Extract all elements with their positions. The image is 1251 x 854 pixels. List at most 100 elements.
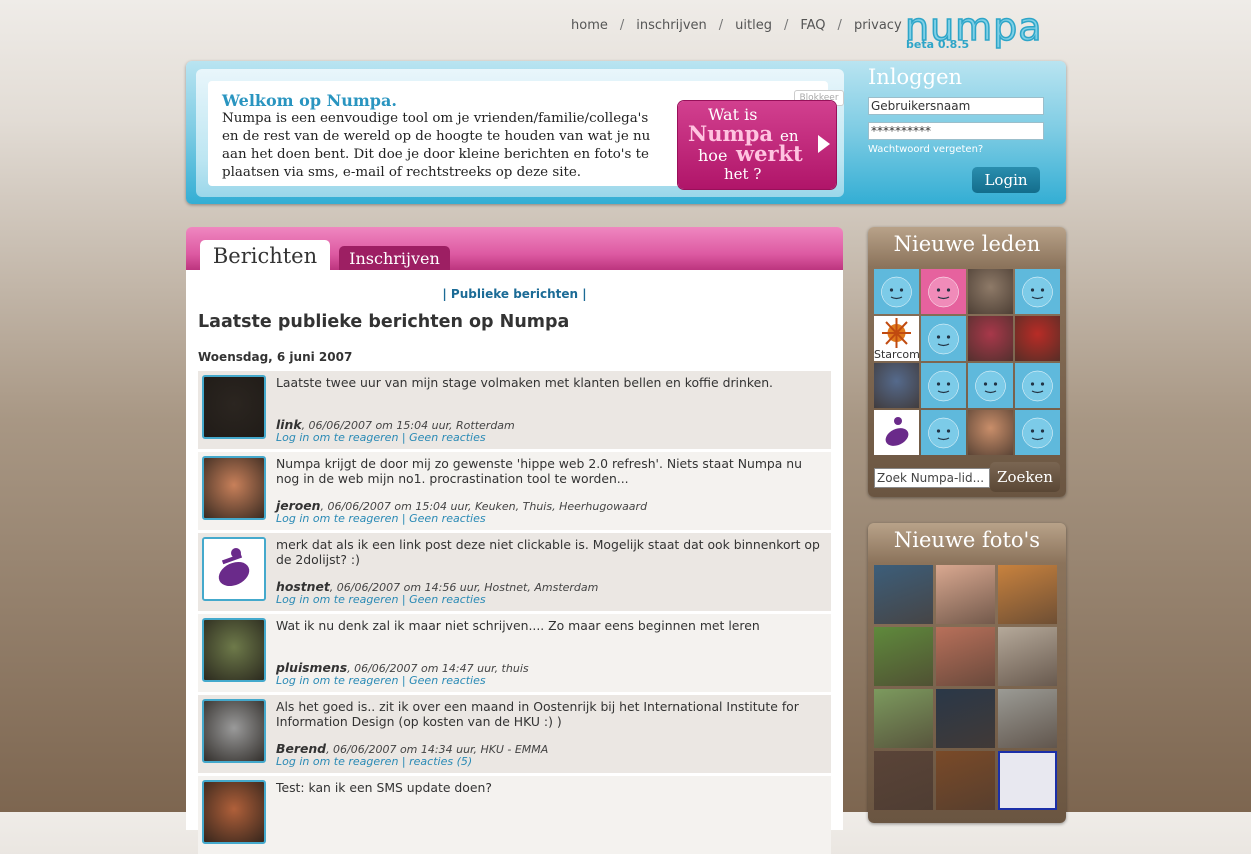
post-author[interactable]: link [276,417,302,432]
nav-separator: / [837,18,842,33]
login-to-react-link[interactable]: Log in om te reageren [276,755,398,768]
nav-uitleg-link[interactable]: uitleg [735,18,772,33]
member-avatar[interactable] [968,316,1013,361]
post-text: Numpa krijgt de door mij zo gewenste 'hi… [276,456,803,486]
post-item: merk dat als ik een link post deze niet … [198,533,831,611]
photo-thumbnail[interactable] [874,751,933,810]
forgot-password-link[interactable]: Wachtwoord vergeten? [868,144,983,155]
photo-thumbnail[interactable] [998,565,1057,624]
nav-inschrijven-link[interactable]: inschrijven [636,18,707,33]
welcome-text: Numpa is een eenvoudige tool om je vrien… [222,111,651,180]
numpa-logo[interactable]: numpa beta 0.8.5 [904,7,1050,54]
member-avatar[interactable] [1015,410,1060,455]
member-avatar[interactable] [874,269,919,314]
main-panel: | Publieke berichten | Laatste publieke … [186,270,843,854]
nav-faq-link[interactable]: FAQ [800,18,825,33]
reactions-link[interactable]: Geen reacties [409,431,485,444]
post-author[interactable]: Berend [276,741,326,756]
photo-thumbnail[interactable] [874,689,933,748]
avatar[interactable] [202,375,266,439]
default-avatar-icon [975,370,1006,402]
new-photos-title: Nieuwe foto's [893,528,1041,552]
avatar[interactable] [202,618,266,682]
avatar[interactable] [202,699,266,763]
photo-thumbnail[interactable] [936,689,995,748]
post-author[interactable]: hostnet [276,579,330,594]
member-avatar[interactable] [874,410,919,455]
login-to-react-link[interactable]: Log in om te reageren [276,593,398,606]
tab-berichten[interactable]: Berichten [200,240,330,272]
photo-thumbnail[interactable] [936,751,995,810]
photo-thumbnail[interactable] [936,565,995,624]
post-item: Test: kan ik een SMS update doen? [198,776,831,854]
promo-line: werkt [736,141,803,166]
post-author[interactable]: jeroen [276,498,321,513]
reactions-link[interactable]: Geen reacties [409,593,485,606]
default-avatar-icon [1022,417,1053,449]
post-meta: hostnet, 06/06/2007 om 14:56 uur, Hostne… [276,579,598,594]
photo-thumbnail[interactable] [874,627,933,686]
reactions-link[interactable]: reacties (5) [409,755,472,768]
new-photos-widget: Nieuwe foto's [868,523,1066,823]
member-avatar[interactable] [874,363,919,408]
post-meta: jeroen, 06/06/2007 om 15:04 uur, Keuken,… [276,498,647,513]
member-avatar[interactable] [1015,269,1060,314]
login-button[interactable]: Login [972,167,1040,193]
member-search-input[interactable]: Zoek Numpa-lid... [874,468,990,488]
member-avatar[interactable]: Starcom [874,316,919,361]
member-avatar[interactable] [921,363,966,408]
member-avatar[interactable] [968,363,1013,408]
photo-thumbnail[interactable] [998,627,1057,686]
nav-home-link[interactable]: home [571,18,608,33]
post-meta: Berend, 06/06/2007 om 14:34 uur, HKU - E… [276,741,548,756]
nav-privacy-link[interactable]: privacy [854,18,902,33]
post-item: Als het goed is.. zit ik over een maand … [198,695,831,773]
default-avatar-icon [928,370,959,402]
post-meta: pluismens, 06/06/2007 om 14:47 uur, thui… [276,660,529,675]
photo-thumbnail[interactable] [998,751,1057,810]
promo-line: hoe [698,146,728,165]
login-to-react-link[interactable]: Log in om te reageren [276,512,398,525]
default-avatar-icon [1022,370,1053,402]
login-to-react-link[interactable]: Log in om te reageren [276,431,398,444]
member-avatar[interactable] [1015,316,1060,361]
photo-thumbnail[interactable] [936,627,995,686]
public-messages-link[interactable]: | Publieke berichten | [186,287,843,301]
username-field[interactable]: Gebruikersnaam [868,97,1044,115]
reactions-link[interactable]: Geen reacties [409,512,485,525]
reactions-link[interactable]: Geen reacties [409,674,485,687]
member-avatar[interactable] [921,410,966,455]
post-text: Laatste twee uur van mijn stage volmaken… [276,375,773,390]
member-avatar[interactable] [1015,363,1060,408]
hostnet-avatar-icon [204,539,264,599]
default-avatar-icon [1022,276,1053,308]
post-item: Laatste twee uur van mijn stage volmaken… [198,371,831,449]
member-avatar[interactable] [921,269,966,314]
login-to-react-link[interactable]: Log in om te reageren [276,674,398,687]
post-links: Log in om te reageren | Geen reacties [276,512,486,525]
member-avatar[interactable] [921,316,966,361]
post-author[interactable]: pluismens [276,660,347,675]
member-avatar[interactable] [968,410,1013,455]
avatar[interactable] [202,456,266,520]
post-item: Wat ik nu denk zal ik maar niet schrijve… [198,614,831,692]
avatar[interactable] [202,780,266,844]
nav-separator: / [783,18,789,33]
tab-inschrijven[interactable]: Inschrijven [339,246,450,272]
post-text: Wat ik nu denk zal ik maar niet schrijve… [276,618,760,633]
default-avatar-icon [928,417,959,449]
member-avatar[interactable] [968,269,1013,314]
post-text: merk dat als ik een link post deze niet … [276,537,820,567]
login-title: Inloggen [868,65,963,89]
hostnet-avatar-icon [885,417,909,446]
password-field[interactable]: ********** [868,122,1044,140]
photo-thumbnail[interactable] [998,689,1057,748]
promo-line: het ? [724,165,762,183]
what-is-numpa-button[interactable]: Wat is Numpa en hoe werkt het ? [678,101,836,189]
avatar[interactable] [202,537,266,601]
search-button[interactable]: Zoeken [990,462,1060,492]
default-avatar-icon [928,276,959,308]
post-text: Test: kan ik een SMS update doen? [276,780,492,795]
page-title: Laatste publieke berichten op Numpa [198,312,570,332]
photo-thumbnail[interactable] [874,565,933,624]
